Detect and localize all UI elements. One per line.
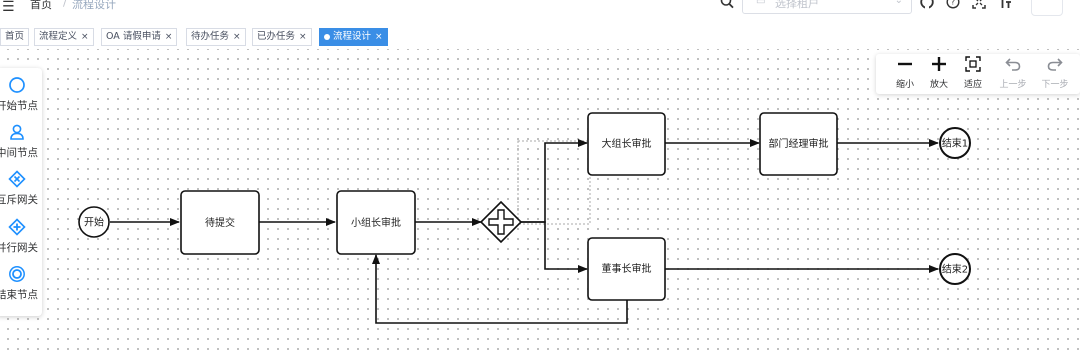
palette-label: 并行网关: [0, 242, 38, 254]
canvas-toolbar: 缩小 放大 适应 上一步 下一步: [876, 54, 1080, 94]
task-dept-manager-approval[interactable]: 部门经理审批: [759, 112, 838, 176]
undo-button[interactable]: 上一步: [996, 54, 1030, 94]
fit-icon: [965, 56, 981, 72]
palette-label: 中间节点: [0, 147, 38, 159]
exclusive-gateway-icon: [8, 170, 26, 188]
end-event-2[interactable]: 结束2: [939, 253, 971, 285]
toolbar-label: 上一步: [999, 80, 1027, 90]
parallel-gateway-icon: [8, 218, 26, 236]
palette-label: 开始节点: [0, 100, 38, 112]
task-chairman-approval[interactable]: 董事长审批: [587, 237, 666, 301]
selection-outline: [517, 140, 591, 225]
end-event-icon: [9, 266, 25, 282]
undo-icon: [1005, 58, 1021, 71]
node-palette: 开始节点 中间节点 互斥网关 并行网关 结束节点: [0, 68, 42, 316]
task-big-group-leader-approval[interactable]: 大组长审批: [587, 112, 666, 176]
start-event-icon: [9, 77, 25, 93]
zoom-out-icon: [898, 62, 912, 66]
end-event-1-label: 结束1: [942, 137, 968, 150]
task-dept-manager-label: 部门经理审批: [769, 137, 829, 150]
zoom-in-icon: [932, 57, 946, 71]
user-task-icon: [10, 124, 24, 140]
start-event[interactable]: 开始: [78, 206, 110, 238]
end-event-2-label: 结束2: [942, 263, 968, 276]
task-big-group-leader-label: 大组长审批: [602, 137, 652, 150]
fit-button[interactable]: 适应: [956, 54, 990, 94]
task-submit[interactable]: 待提交: [180, 190, 260, 255]
end-event-1[interactable]: 结束1: [939, 127, 971, 159]
toolbar-label: 下一步: [1041, 80, 1069, 90]
redo-button[interactable]: 下一步: [1038, 54, 1072, 94]
palette-label: 互斥网关: [0, 194, 38, 206]
parallel-gateway[interactable]: [479, 200, 523, 244]
process-diagram: 开始 待提交 小组长审批 大组长审批 部门经理审批 董事长审批 结束1 结束2: [78, 112, 971, 324]
start-event-label: 开始: [84, 216, 104, 229]
task-submit-label: 待提交: [205, 216, 235, 229]
flow-gateway-to-big-group-leader[interactable]: [520, 139, 588, 223]
flow-gateway-to-chairman[interactable]: [520, 221, 588, 273]
redo-icon: [1047, 58, 1063, 71]
palette-label: 结束节点: [0, 289, 38, 301]
task-group-leader-approval[interactable]: 小组长审批: [336, 190, 416, 255]
task-group-leader-label: 小组长审批: [351, 216, 401, 229]
task-chairman-label: 董事长审批: [602, 262, 652, 275]
